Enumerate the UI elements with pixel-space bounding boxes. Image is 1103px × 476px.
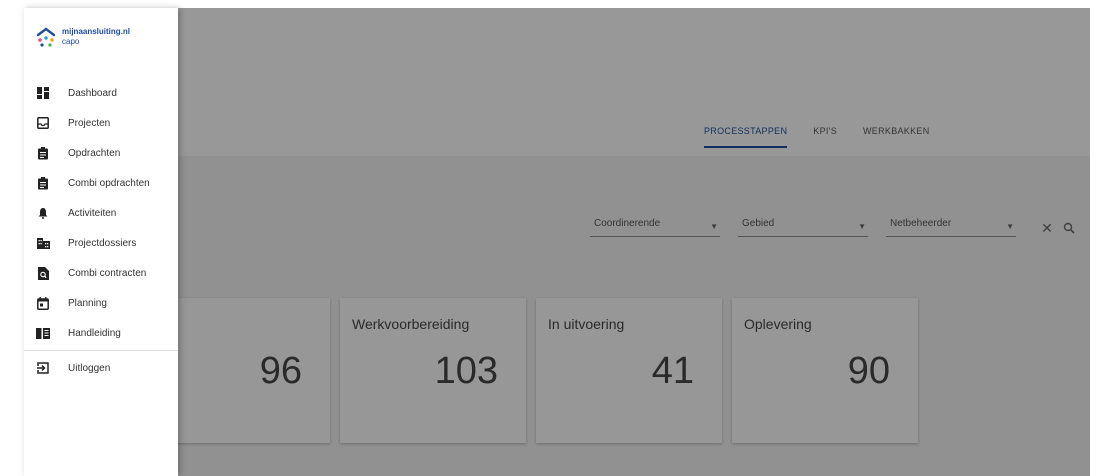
logo-text: mijnaansluiting.nl capo xyxy=(62,27,130,47)
nav-item-planning[interactable]: Planning xyxy=(24,288,178,318)
logout-icon xyxy=(32,362,54,374)
screenshot-frame: d PROCESSTAPPEN KPI'S WERKBAKKEN Coordin… xyxy=(0,0,1103,476)
dashboard-icon xyxy=(32,87,54,99)
logo-icon xyxy=(36,27,56,47)
nav-label: Dashboard xyxy=(68,87,117,99)
nav-item-activiteiten[interactable]: Activiteiten xyxy=(24,198,178,228)
building-icon xyxy=(32,237,54,249)
nav-label: Projectdossiers xyxy=(68,237,137,249)
drawer-backdrop[interactable] xyxy=(24,8,1090,476)
nav-label: Combi contracten xyxy=(68,267,147,279)
logo-sub: capo xyxy=(62,37,80,46)
clipboard-icon xyxy=(32,176,54,190)
book-icon xyxy=(32,327,54,339)
nav-label: Uitloggen xyxy=(68,362,111,374)
nav-item-projectdossiers[interactable]: Projectdossiers xyxy=(24,228,178,258)
nav-label: Projecten xyxy=(68,117,111,129)
nav-item-uitloggen[interactable]: Uitloggen xyxy=(24,353,178,383)
nav-item-combi-contracten[interactable]: Combi contracten xyxy=(24,258,178,288)
logo-name: mijnaansluiting.nl xyxy=(62,27,131,36)
nav-item-combi-opdrachten[interactable]: Combi opdrachten xyxy=(24,168,178,198)
nav-label: Combi opdrachten xyxy=(68,177,150,189)
nav-label: Handleiding xyxy=(68,327,121,339)
document-search-icon xyxy=(32,266,54,280)
nav-label: Planning xyxy=(68,297,107,309)
main-app: d PROCESSTAPPEN KPI'S WERKBAKKEN Coordin… xyxy=(24,8,1090,476)
nav-item-handleiding[interactable]: Handleiding xyxy=(24,318,178,348)
nav-list: Dashboard Projecten Opdrachten Combi opd… xyxy=(24,78,178,383)
nav-item-dashboard[interactable]: Dashboard xyxy=(24,78,178,108)
calendar-icon xyxy=(32,296,54,310)
navigation-drawer: mijnaansluiting.nl capo Dashboard Projec… xyxy=(24,8,178,476)
bell-icon xyxy=(32,207,54,219)
nav-label: Opdrachten xyxy=(68,147,121,159)
logo[interactable]: mijnaansluiting.nl capo xyxy=(36,26,130,48)
nav-label: Activiteiten xyxy=(68,207,117,219)
inbox-icon xyxy=(32,117,54,129)
nav-item-opdrachten[interactable]: Opdrachten xyxy=(24,138,178,168)
nav-divider xyxy=(24,350,178,351)
nav-item-projecten[interactable]: Projecten xyxy=(24,108,178,138)
clipboard-icon xyxy=(32,146,54,160)
